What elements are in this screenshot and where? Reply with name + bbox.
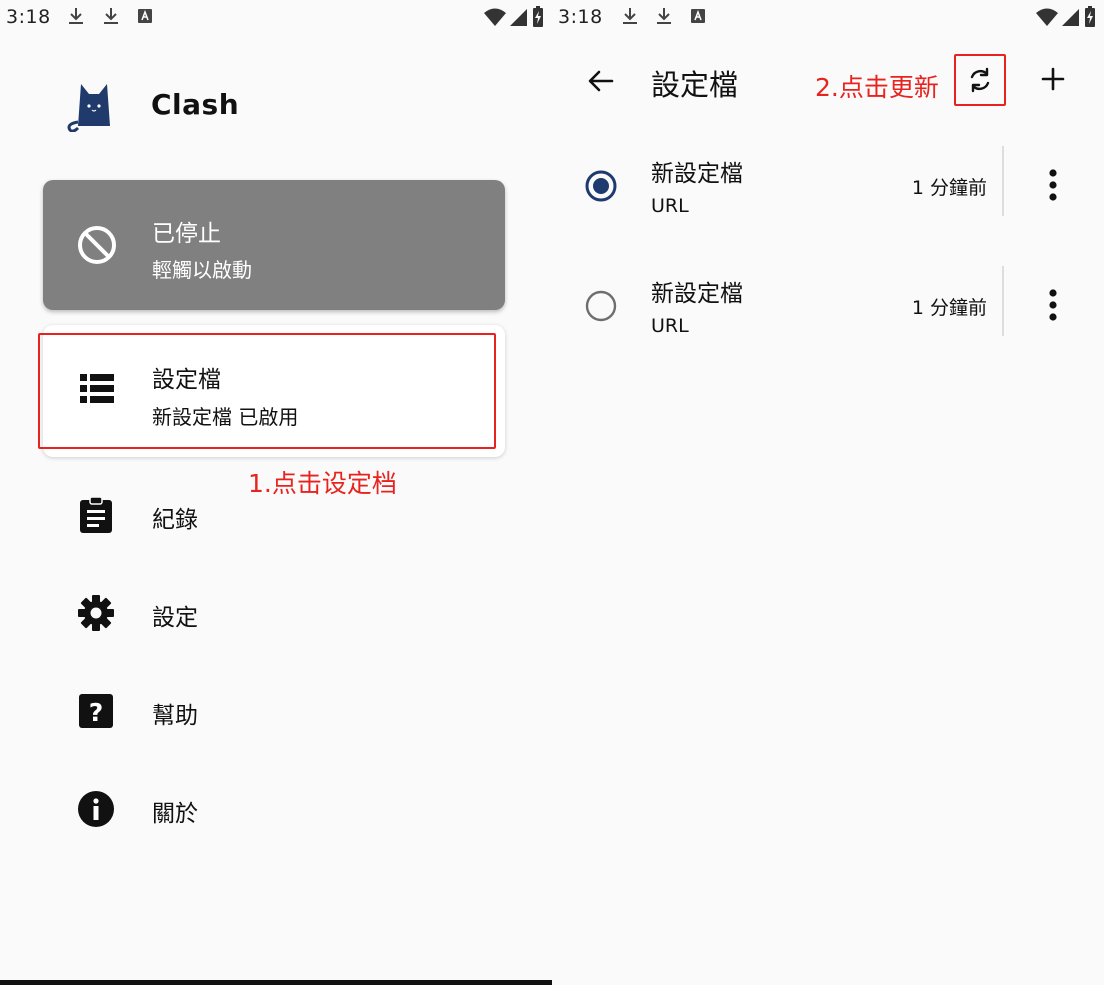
menu-label: 設定 [152,605,198,631]
menu-label: 關於 [152,801,198,827]
menu-item-settings[interactable]: 設定 [0,582,552,642]
refresh-icon [970,67,990,93]
download-icon [67,6,85,26]
divider [1002,146,1004,216]
refresh-button[interactable] [954,54,1006,106]
help-icon: ? [77,692,115,730]
menu-item-help[interactable]: ? 幫助 [0,680,552,740]
wifi-icon [1036,8,1058,26]
more-vert-icon[interactable] [1041,285,1065,325]
download-icon [102,6,120,26]
gesture-bar [0,980,552,985]
proxy-status-card[interactable]: 已停止 輕觸以啟動 [43,180,505,310]
status-bar: 3:18 [552,0,1104,36]
annotation-highlight-box [38,333,496,449]
profile-name: 新設定檔 [651,161,743,187]
gear-icon [77,594,115,632]
battery-charging-icon [533,6,543,27]
menu-label: 幫助 [152,703,198,729]
profile-name: 新設定檔 [651,281,743,307]
menu-item-logs[interactable]: 紀錄 [0,484,552,544]
svg-text:?: ? [89,698,104,727]
more-vert-icon[interactable] [1041,165,1065,205]
profile-updated: 1 分鐘前 [911,297,987,319]
signal-icon [510,9,527,26]
profile-row[interactable]: 新設定檔 URL 1 分鐘前 [552,260,1104,360]
profile-type: URL [651,195,689,217]
status-title: 已停止 [152,221,221,247]
divider [1002,266,1004,336]
radio-selected-icon[interactable] [585,170,617,202]
signal-icon [1062,9,1079,26]
menu-item-about[interactable]: 關於 [0,778,552,838]
status-time: 3:18 [6,6,51,28]
clipboard-icon [77,496,115,534]
status-time: 3:18 [558,6,603,28]
download-icon [655,6,673,26]
profile-updated: 1 分鐘前 [911,177,987,199]
profile-row[interactable]: 新設定檔 URL 1 分鐘前 [552,140,1104,240]
annotation-step-2: 2.点击更新 [815,73,939,102]
text-notification-icon [136,6,154,26]
left-screen: 3:18 Clash 已停止 輕觸以啟動 設定檔 新設定檔 已啟用 1.点击设定… [0,0,552,985]
status-subtitle: 輕觸以啟動 [152,258,252,282]
info-icon [77,790,115,828]
add-icon[interactable] [1039,64,1067,94]
page-title: 設定檔 [651,68,739,102]
clash-logo [64,74,122,133]
text-notification-icon [689,6,707,26]
menu-label: 紀錄 [152,507,198,533]
profile-type: URL [651,315,689,337]
radio-unselected-icon[interactable] [585,290,617,322]
back-arrow-icon[interactable] [586,66,616,96]
battery-charging-icon [1085,6,1095,27]
wifi-icon [484,8,506,26]
stopped-icon [76,224,118,266]
download-icon [621,6,639,26]
app-title: Clash [151,88,240,121]
status-bar: 3:18 [0,0,552,36]
right-screen: 3:18 設定檔 2.点击更新 新設定檔 URL 1 分鐘前 新設定檔 URL … [552,0,1104,985]
